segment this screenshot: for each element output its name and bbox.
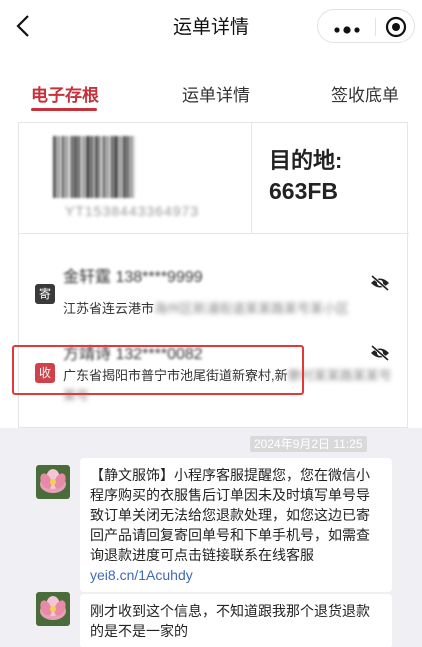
card-divider — [19, 233, 409, 234]
chat-message-text: 刚才收到这个信息，不知道跟我那个退货退款的是不是一家的 — [90, 603, 370, 639]
tab-waybill-details[interactable]: 运单详情 — [182, 81, 250, 106]
sender-avatar — [36, 465, 70, 499]
tab-e-stub[interactable]: 电子存根 — [31, 81, 99, 106]
lotus-avatar-icon — [36, 592, 70, 626]
target-icon — [385, 16, 407, 38]
destination-code: 663FB — [269, 178, 339, 204]
active-tab-indicator — [31, 108, 97, 111]
tab-receipt[interactable]: 签收底单 — [331, 81, 399, 106]
barcode-image — [53, 136, 213, 198]
chat-bubble: 【静文服饰】小程序客服提醒您，您在微信小程序购买的衣服售后订单因未及时填写单号导… — [80, 458, 392, 592]
chat-message-link[interactable]: yei8.cn/1Acuhdy — [90, 567, 193, 583]
message-timestamp: 2024年9月2日 11:25 — [250, 436, 367, 452]
tab-bar: 电子存根 运单详情 签收底单 — [0, 74, 422, 111]
nav-bar: 运单详情 — [0, 0, 422, 52]
capsule-divider — [375, 18, 376, 36]
lotus-avatar-icon — [36, 465, 70, 499]
more-dots-icon — [334, 26, 360, 34]
address-highlight-box — [12, 345, 304, 395]
barcode-number: YT1538443364973 — [65, 203, 200, 219]
more-button[interactable] — [332, 22, 362, 34]
sender-address: 江苏省连云港市海州区新浦街道某某路某号某小区 — [63, 298, 349, 317]
chat-message-text: 【静文服饰】小程序客服提醒您，您在微信小程序购买的衣服售后订单因未及时填写单号导… — [90, 467, 370, 563]
sender-visibility-toggle[interactable] — [369, 274, 391, 292]
sender-avatar — [36, 592, 70, 626]
sender-badge: 寄 — [35, 284, 55, 304]
sender-address-visible: 江苏省连云港市 — [63, 301, 155, 316]
chat-area: 2024年9月2日 11:25 【静文服饰】小程序客服提醒您，您在微信小程序购买… — [0, 428, 422, 647]
destination-label: 目的地: — [269, 148, 343, 173]
close-button[interactable] — [385, 16, 407, 38]
barcode-section: YT1538443364973 — [19, 123, 252, 233]
receiver-visibility-toggle[interactable] — [369, 344, 391, 362]
eye-hidden-icon — [371, 344, 389, 362]
sender-name: 金轩霆 138****9999 — [63, 269, 203, 286]
eye-hidden-icon — [371, 274, 389, 292]
mini-program-capsule — [317, 9, 415, 43]
chat-bubble: 刚才收到这个信息，不知道跟我那个退货退款的是不是一家的 — [80, 594, 392, 647]
sender-address-hidden: 海州区新浦街道某某路某号某小区 — [154, 301, 350, 316]
